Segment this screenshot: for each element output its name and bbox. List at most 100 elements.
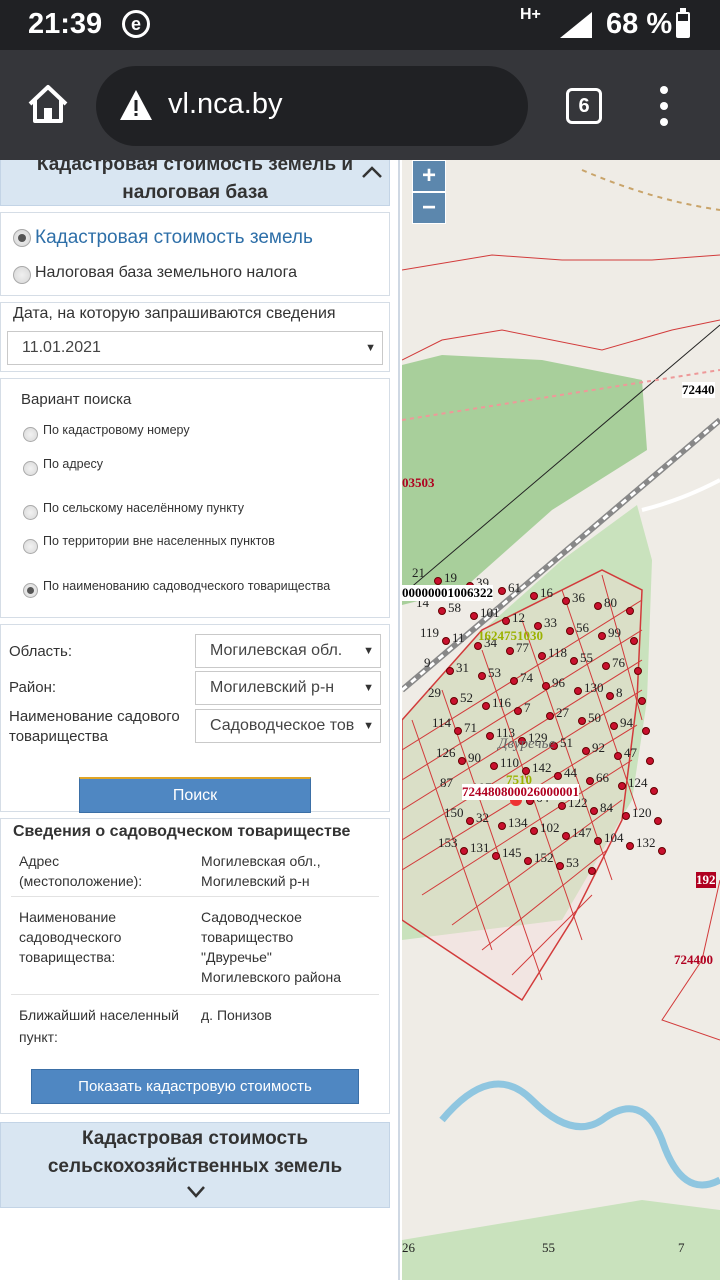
plot-number[interactable]: 114 [432,715,451,731]
search-option-garden-partnership[interactable]: По наименованию садоводческого товарищес… [43,579,330,593]
not-secure-warning-icon[interactable] [118,88,154,122]
plot-number[interactable]: 61 [508,580,521,596]
plot-number[interactable]: 104 [604,830,624,846]
plot-number[interactable]: 110 [500,755,519,771]
search-option-cadastral-number[interactable]: По кадастровому номеру [43,423,190,437]
plot-number[interactable]: 7 [524,700,531,716]
plot-dot [554,772,562,780]
tab-switcher-button[interactable]: 6 [566,88,602,124]
plot-number[interactable]: 142 [532,760,552,776]
plot-number[interactable]: 101 [480,605,500,621]
zoom-in-button[interactable]: + [412,160,446,192]
plot-number[interactable]: 152 [534,850,554,866]
accordion-land-value-header[interactable]: Кадастровая стоимость земель и налоговая… [0,160,390,206]
radio-by-rural-settlement[interactable] [23,505,38,520]
plot-number[interactable]: 134 [508,815,528,831]
zoom-out-button[interactable]: − [412,192,446,224]
plot-dot [638,697,646,705]
plot-number[interactable]: 51 [560,735,573,751]
mode-option2-label[interactable]: Налоговая база земельного налога [35,264,297,282]
plot-number[interactable]: 53 [488,665,501,681]
plot-number[interactable]: 31 [456,660,469,676]
garden-select[interactable]: Садоводческое тов ▼ [195,709,381,743]
plot-number[interactable]: 96 [552,675,565,691]
plot-number[interactable]: 53 [566,855,579,871]
radio-tax-base[interactable] [13,266,31,284]
chevron-down-icon[interactable] [186,1185,206,1199]
search-button[interactable]: Поиск [79,777,311,813]
plot-number[interactable]: 131 [470,840,490,856]
plot-number[interactable]: 27 [556,705,569,721]
plot-number[interactable]: 126 [436,745,456,761]
search-option-territory[interactable]: По территории вне населенных пунктов [43,534,275,548]
map-label-7510: 7510 [506,772,532,787]
plot-number[interactable]: 118 [548,645,567,661]
address-bar[interactable]: vl.nca.by [96,66,528,146]
plot-number[interactable]: 124 [628,775,648,791]
plot-number[interactable]: 26 [402,1240,415,1256]
plot-number[interactable]: 132 [636,835,656,851]
plot-number[interactable]: 9 [424,655,431,671]
region-select[interactable]: Могилевская обл. ▼ [195,634,381,668]
search-option-address[interactable]: По адресу [43,457,103,471]
plot-number[interactable]: 52 [460,690,473,706]
url-text[interactable]: vl.nca.by [168,88,282,121]
plot-number[interactable]: 55 [542,1240,555,1256]
plot-number[interactable]: 102 [540,820,560,836]
plot-number[interactable]: 119 [420,625,439,641]
plot-number[interactable]: 145 [502,845,522,861]
mode-option1-label[interactable]: Кадастровая стоимость земель [35,227,313,249]
plot-number[interactable]: 44 [564,765,577,781]
plot-number[interactable]: 150 [444,805,464,821]
plot-number[interactable]: 76 [612,655,625,671]
plot-number[interactable]: 147 [572,825,592,841]
plot-number[interactable]: 16 [540,585,553,601]
show-cadastral-value-button[interactable]: Показать кадастровую стоимость [31,1069,359,1104]
plot-number[interactable]: 50 [588,710,601,726]
plot-number[interactable]: 36 [572,590,585,606]
plot-number[interactable]: 66 [596,770,609,786]
plot-number[interactable]: 58 [448,600,461,616]
plot-number[interactable]: 99 [608,625,621,641]
plot-number[interactable]: 71 [464,720,477,736]
plot-number[interactable]: 21 [412,565,425,581]
cadastral-map[interactable]: 21 19 39 61 16 36 80 14 58 101 12 33 56 99 119 11 34 77 11… [402,160,720,1280]
plot-number[interactable]: 33 [544,615,557,631]
signal-icon [560,12,592,38]
plot-number[interactable]: 19 [444,570,457,586]
plot-number[interactable]: 94 [620,715,633,731]
plot-number[interactable]: 87 [440,775,453,791]
plot-number[interactable]: 153 [438,835,458,851]
plot-number[interactable]: 32 [476,810,489,826]
plot-number[interactable]: 8 [616,685,623,701]
plot-number[interactable]: 55 [580,650,593,666]
radio-by-address[interactable] [23,461,38,476]
plot-number[interactable]: 47 [624,745,637,761]
plot-number[interactable]: 12 [512,610,525,626]
more-menu-icon[interactable] [656,86,672,126]
plot-number[interactable]: 92 [592,740,605,756]
plot-number[interactable]: 84 [600,800,613,816]
plot-number[interactable]: 74 [520,670,533,686]
radio-cadastral-value[interactable] [13,229,31,247]
search-option-rural-settlement[interactable]: По сельскому населённому пункту [43,501,244,515]
plot-number[interactable]: 120 [632,805,652,821]
radio-by-territory[interactable] [23,539,38,554]
radio-by-garden-partnership[interactable] [23,583,38,598]
accordion-agricultural-land-header[interactable]: Кадастровая стоимость сельскохозяйственн… [0,1122,390,1208]
plot-number[interactable]: 80 [604,595,617,611]
home-icon[interactable] [26,82,70,126]
date-select[interactable]: 11.01.2021 ▼ [7,331,383,365]
plot-dot [524,857,532,865]
plot-number[interactable]: 130 [584,680,604,696]
plot-number[interactable]: 56 [576,620,589,636]
plot-number[interactable]: 90 [468,750,481,766]
plot-number[interactable]: 11 [452,630,465,646]
plot-number[interactable]: 116 [492,695,511,711]
radio-by-cadastral-number[interactable] [23,427,38,442]
status-bar: 21:39 e H+ 68 % [0,0,720,50]
plot-number[interactable]: 7 [678,1240,685,1256]
plot-number[interactable]: 29 [428,685,441,701]
district-select[interactable]: Могилевский р-н ▼ [195,671,381,705]
chevron-up-icon[interactable] [361,165,383,179]
